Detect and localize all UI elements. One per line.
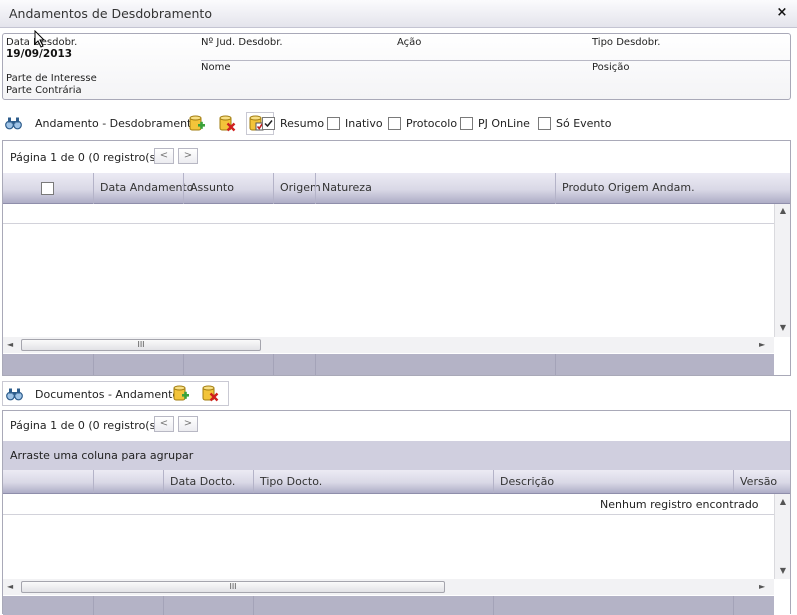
col-versao[interactable]: Versão (740, 475, 777, 488)
andamento-vscrollbar[interactable]: ▲ ▼ (774, 204, 790, 337)
jud-desdobr-label: Nº Jud. Desdobr. (201, 37, 283, 48)
inativo-checkbox[interactable] (327, 117, 340, 130)
documentos-toolbar: Documentos - Andamento (2, 381, 229, 406)
andamento-hscrollbar[interactable]: ◄ III ► (3, 337, 774, 353)
group-by-hint: Arraste uma coluna para agrupar (10, 449, 194, 462)
documentos-header-row: Data Docto. Tipo Docto. Descrição Versão (3, 470, 790, 494)
data-desdobr-value: 19/09/2013 (6, 48, 73, 60)
empty-message: Nenhum registro encontrado (600, 498, 759, 511)
documentos-footer-row (3, 596, 774, 615)
col-assunto[interactable]: Assunto (190, 181, 234, 194)
protocolo-checkbox[interactable] (388, 117, 401, 130)
col-produto-origem[interactable]: Produto Origem Andam. (562, 181, 695, 194)
col-data-docto[interactable]: Data Docto. (170, 475, 235, 488)
select-all-checkbox[interactable] (41, 182, 54, 195)
andamento-header-row: Data Andamento Assunto Origem Natureza P… (3, 173, 790, 204)
add-documento-button[interactable] (172, 385, 190, 403)
inativo-label: Inativo (345, 117, 383, 130)
add-andamento-button[interactable] (188, 115, 206, 133)
protocolo-label: Protocolo (406, 117, 458, 130)
group-by-bar[interactable]: Arraste uma coluna para agrupar (3, 441, 790, 470)
andamento-toolbar-label: Andamento - Desdobramento (35, 117, 199, 130)
documentos-grid: Página 1 de 0 (0 registro(s)) < > Arrast… (2, 410, 791, 615)
documentos-hscroll-thumb[interactable]: III (21, 581, 445, 593)
window-title: Andamentos de Desdobramento (9, 6, 212, 21)
parte-contraria-label: Parte Contrária (6, 85, 82, 96)
checkmark-icon (264, 120, 273, 128)
pj-online-label: PJ OnLine (478, 117, 530, 130)
remove-andamento-button[interactable] (218, 115, 236, 133)
tipo-desdobr-label: Tipo Desdobr. (592, 37, 661, 48)
andamento-footer-row (3, 354, 774, 375)
col-natureza[interactable]: Natureza (322, 181, 372, 194)
info-divider (201, 60, 790, 61)
remove-documento-button[interactable] (201, 385, 219, 403)
andamento-pager-text: Página 1 de 0 (0 registro(s)) (10, 151, 164, 164)
documentos-toolbar-label: Documentos - Andamento (35, 388, 180, 401)
desdobramento-info-panel: Data Desdobr. 19/09/2013 Nº Jud. Desdobr… (2, 33, 791, 100)
col-descricao[interactable]: Descrição (500, 475, 554, 488)
documentos-pager-text: Página 1 de 0 (0 registro(s)) (10, 419, 164, 432)
andamento-hscroll-thumb[interactable]: III (21, 339, 261, 351)
mouse-cursor-icon (34, 30, 46, 48)
documentos-prev-page-button[interactable]: < (154, 416, 174, 432)
documentos-vscrollbar[interactable]: ▲ ▼ (774, 494, 790, 579)
acao-label: Ação (397, 37, 422, 48)
andamento-grid: Página 1 de 0 (0 registro(s)) < > Data A… (2, 140, 791, 376)
resumo-checkbox[interactable] (262, 117, 275, 130)
andamento-prev-page-button[interactable]: < (154, 148, 174, 164)
binoculars-icon[interactable] (6, 387, 23, 401)
pj-online-checkbox[interactable] (460, 117, 473, 130)
nome-label: Nome (201, 62, 231, 73)
close-icon[interactable]: × (774, 5, 790, 21)
andamento-next-page-button[interactable]: > (178, 148, 198, 164)
window-titlebar: Andamentos de Desdobramento × (0, 0, 797, 28)
col-data-andamento[interactable]: Data Andamento (100, 181, 193, 194)
resumo-label: Resumo (280, 117, 325, 130)
posicao-label: Posição (592, 62, 630, 73)
so-evento-label: Só Evento (556, 117, 612, 130)
so-evento-checkbox[interactable] (538, 117, 551, 130)
documentos-next-page-button[interactable]: > (178, 416, 198, 432)
col-tipo-docto[interactable]: Tipo Docto. (260, 475, 322, 488)
row-separator (3, 514, 774, 515)
row-separator (3, 223, 774, 224)
documentos-hscrollbar[interactable]: ◄ III ► (3, 579, 774, 595)
parte-interesse-label: Parte de Interesse (6, 73, 97, 84)
binoculars-icon[interactable] (5, 116, 22, 130)
